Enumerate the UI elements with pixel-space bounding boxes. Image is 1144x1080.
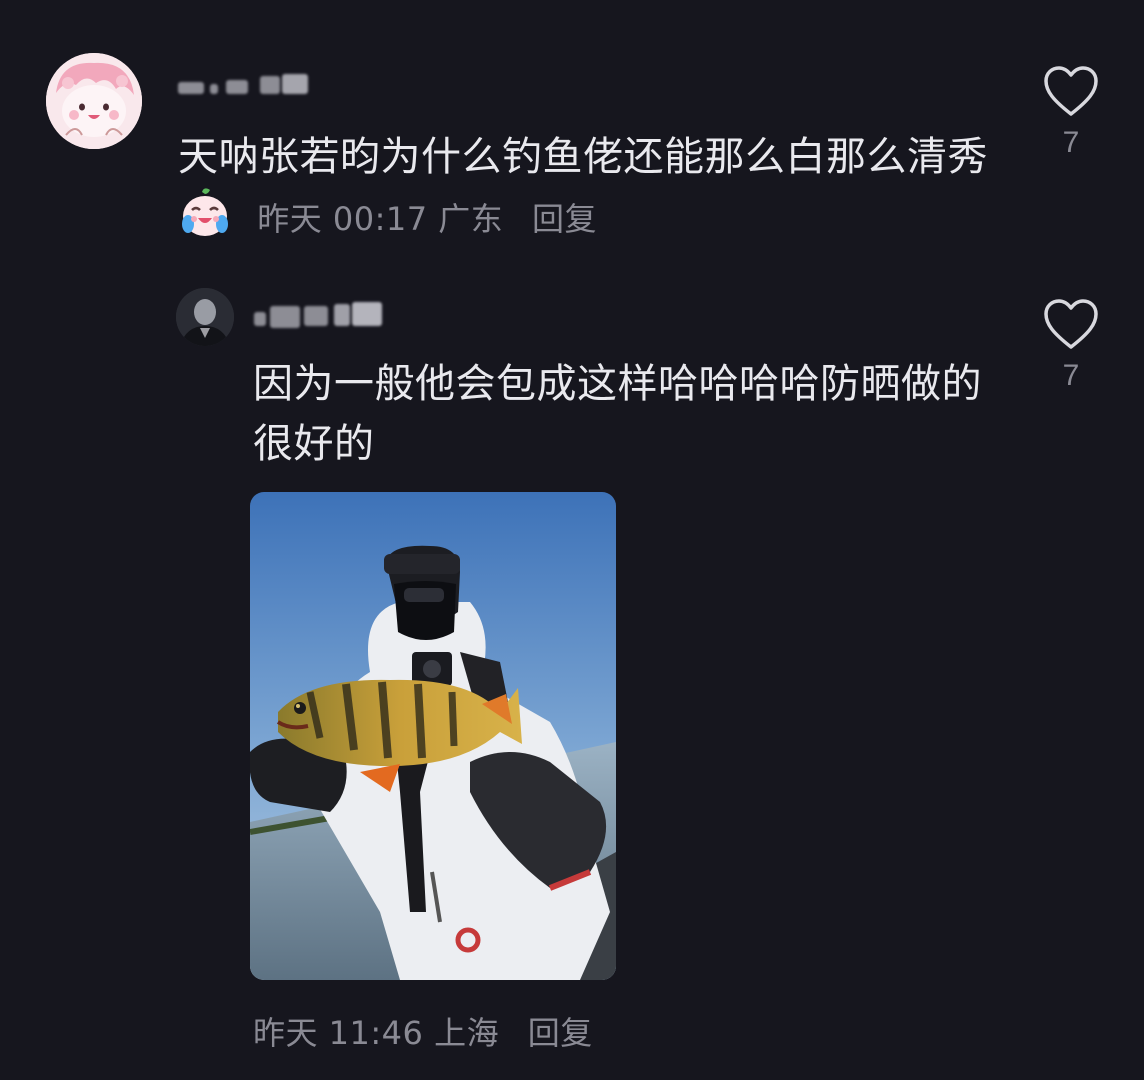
reply-photo[interactable] — [250, 492, 616, 980]
comment-time: 昨天 00:17 — [257, 200, 428, 238]
comment-text: 天呐张若昀为什么钓鱼佬还能那么白那么清秀 昨天 00:17 广东 回复 — [178, 128, 998, 248]
reply-meta: 昨天 11:46 上海 回复 — [253, 1008, 593, 1054]
comment-location: 广东 — [438, 200, 504, 238]
replier-avatar[interactable] — [176, 288, 234, 346]
person-avatar-icon — [176, 288, 234, 346]
replier-username-obscured[interactable] — [254, 296, 394, 332]
crying-laugh-emoji-icon — [178, 186, 232, 240]
comment-meta: 昨天 00:17 广东 回复 — [257, 200, 597, 238]
reply-text: 因为一般他会包成这样哈哈哈哈防晒做的很好的 — [253, 361, 982, 467]
heart-icon[interactable] — [1043, 66, 1099, 118]
comment-body: 天呐张若昀为什么钓鱼佬还能那么白那么清秀 — [178, 134, 988, 180]
cartoon-avatar-icon — [46, 53, 142, 149]
angler-holding-perch-photo — [250, 492, 616, 980]
commenter-username-obscured[interactable] — [178, 70, 318, 100]
reply-button[interactable]: 回复 — [528, 1014, 593, 1052]
commenter-avatar[interactable] — [46, 53, 142, 149]
reply-location: 上海 — [434, 1014, 500, 1052]
like-count: 7 — [1062, 359, 1080, 392]
like-count: 7 — [1062, 126, 1080, 159]
comment-like: 7 — [1041, 66, 1101, 160]
reply-time: 昨天 11:46 — [253, 1014, 424, 1052]
reply-button[interactable]: 回复 — [532, 200, 597, 238]
heart-icon[interactable] — [1043, 299, 1099, 351]
reply-like: 7 — [1041, 299, 1101, 393]
